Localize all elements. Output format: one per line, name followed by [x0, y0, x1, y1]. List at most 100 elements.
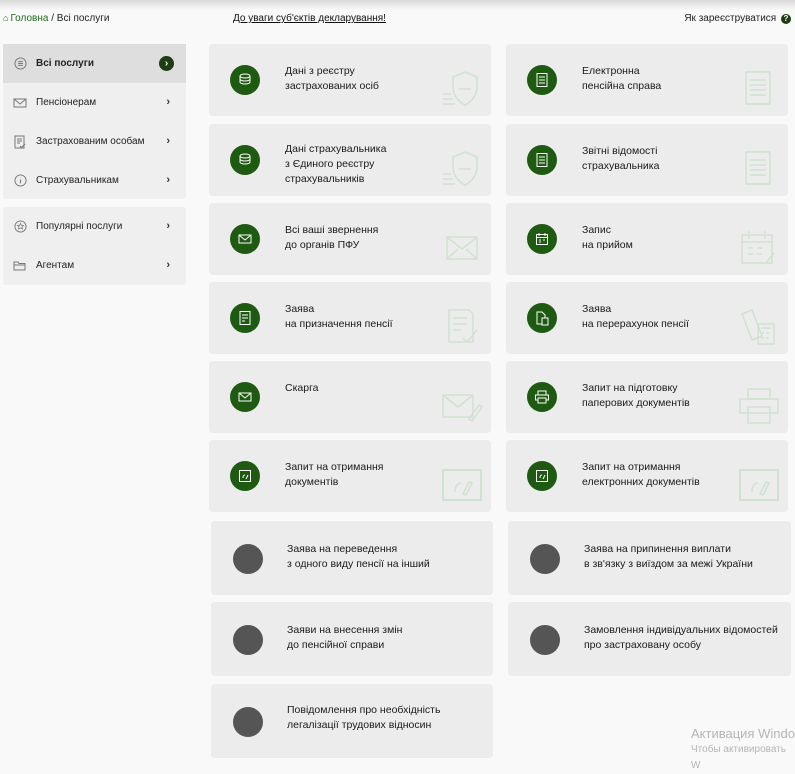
gray-circle-icon	[233, 625, 263, 655]
printer-icon	[527, 382, 557, 412]
sidebar-item-insurers[interactable]: Страхувальникам ›	[3, 161, 186, 200]
service-card-labor-legalization-notice[interactable]: Повідомлення про необхідність легалізації…	[211, 684, 493, 758]
list-icon	[13, 57, 27, 71]
certificate-watermark-icon	[442, 469, 482, 501]
service-card-documents-request[interactable]: Запит на отримання документів	[209, 440, 491, 512]
breadcrumb-home-link[interactable]: Головна	[10, 13, 48, 24]
sidebar-item-label: Всі послуги	[36, 58, 95, 69]
card-label: Запит на отримання електронних документів	[582, 461, 700, 488]
card-label: Заява на переведення з одного виду пенсії…	[287, 543, 430, 570]
card-label: Повідомлення про необхідність легалізації…	[287, 704, 441, 731]
sidebar-item-agents[interactable]: Агентам ›	[3, 246, 186, 285]
card-label: Запис на прийом	[582, 224, 633, 251]
sidebar-main-group: Всі послуги › Пенсіонерам › Застраховани…	[3, 44, 186, 199]
calculator-watermark-icon	[741, 309, 775, 345]
sidebar-item-insured-persons[interactable]: Застрахованим особам ›	[3, 122, 186, 161]
service-card-appointment[interactable]: Запис на прийом	[506, 203, 788, 275]
sidebar-item-label: Пенсіонерам	[36, 97, 97, 108]
service-card-all-appeals[interactable]: Всі ваші звернення до органів ПФУ	[209, 203, 491, 275]
card-label: Заява на перерахунок пенсії	[582, 303, 689, 330]
shield-database-icon	[230, 65, 260, 95]
service-card-insured-registry[interactable]: Дані з реєстру застрахованих осіб	[209, 44, 491, 116]
card-label: Заяви на внесення змін до пенсійної справ…	[287, 624, 403, 651]
envelope-watermark-icon	[446, 236, 478, 260]
card-label: Дані з реєстру застрахованих осіб	[285, 65, 379, 92]
sidebar-item-pensioners[interactable]: Пенсіонерам ›	[3, 83, 186, 122]
sidebar-item-label: Популярні послуги	[36, 221, 123, 232]
gray-circle-icon	[530, 544, 560, 574]
breadcrumb-separator: /	[51, 13, 54, 24]
complaint-envelope-icon	[230, 382, 260, 412]
service-card-complaint[interactable]: Скарга	[209, 361, 491, 433]
sidebar-item-label: Застрахованим особам	[36, 136, 145, 147]
chevron-right-icon: ›	[166, 96, 170, 108]
gray-circle-icon	[233, 544, 263, 574]
document-check-icon	[13, 135, 27, 149]
card-label: Електронна пенсійна справа	[582, 65, 662, 92]
card-label: Замовлення індивідуальних відомостей про …	[584, 624, 778, 651]
chevron-right-icon: ›	[166, 135, 170, 147]
certificate-icon	[230, 461, 260, 491]
declarants-notice-link[interactable]: До уваги суб'єктів декларування!	[233, 13, 386, 24]
service-card-electronic-documents-request[interactable]: Запит на отримання електронних документів	[506, 440, 788, 512]
card-label: Скарга	[285, 382, 319, 394]
register-link[interactable]: Як зареєструватися	[684, 13, 776, 24]
card-label: Запит на отримання документів	[285, 461, 384, 488]
home-icon[interactable]: ⌂	[3, 13, 8, 23]
windows-activation-watermark: Активация Windo Чтобы активировать W	[691, 726, 795, 771]
gray-circle-icon	[233, 707, 263, 737]
card-label: Звітні відомості страхувальника	[582, 145, 660, 172]
card-label: Дані страхувальника з Єдиного реєстру стра…	[285, 143, 387, 185]
envelope-icon	[230, 224, 260, 254]
report-icon	[527, 145, 557, 175]
folder-icon	[13, 259, 27, 273]
breadcrumb-current: Всі послуги	[56, 13, 110, 24]
application-check-icon	[230, 303, 260, 333]
service-card-pension-application[interactable]: Заява на призначення пенсії	[209, 282, 491, 354]
gray-circle-icon	[530, 625, 560, 655]
service-card-payment-termination[interactable]: Заява на припинення виплати в зв'язку з в…	[508, 521, 791, 595]
calendar-icon	[527, 224, 557, 254]
chevron-right-icon: ›	[159, 56, 174, 71]
shield-watermark-icon	[443, 71, 478, 106]
printer-watermark-icon	[739, 388, 779, 424]
service-card-electronic-pension-file[interactable]: Електронна пенсійна справа	[506, 44, 788, 116]
folder-document-icon	[527, 65, 557, 95]
card-label: Запит на підготовку паперових документів	[582, 382, 690, 409]
folder-document-watermark-icon	[745, 71, 771, 105]
sidebar-item-all-services[interactable]: Всі послуги ›	[3, 44, 186, 83]
certificate-watermark-icon	[739, 469, 779, 501]
complaint-envelope-watermark-icon	[442, 394, 483, 423]
info-icon	[13, 174, 27, 188]
chevron-right-icon: ›	[166, 259, 170, 271]
envelope-icon	[13, 96, 27, 110]
service-card-individual-info-order[interactable]: Замовлення індивідуальних відомостей про …	[508, 602, 791, 676]
sidebar-item-label: Страхувальникам	[36, 175, 119, 186]
service-card-pension-recalculation[interactable]: Заява на перерахунок пенсії	[506, 282, 788, 354]
card-label: Заява на призначення пенсії	[285, 303, 393, 330]
service-card-pension-file-changes[interactable]: Заяви на внесення змін до пенсійної справ…	[211, 602, 493, 676]
sidebar-item-popular[interactable]: Популярні послуги ›	[3, 207, 186, 246]
chevron-right-icon: ›	[166, 174, 170, 186]
star-icon	[13, 220, 27, 234]
help-icon[interactable]: ?	[781, 14, 791, 24]
report-watermark-icon	[745, 151, 771, 185]
service-card-pension-transfer[interactable]: Заява на переведення з одного виду пенсії…	[211, 521, 493, 595]
card-label: Заява на припинення виплати в зв'язку з в…	[584, 543, 753, 570]
card-label: Всі ваші звернення до органів ПФУ	[285, 224, 379, 251]
service-card-insurer-registry[interactable]: Дані страхувальника з Єдиного реєстру стра…	[209, 124, 491, 196]
chevron-right-icon: ›	[166, 220, 170, 232]
calculator-icon	[527, 303, 557, 333]
service-card-insurer-reports[interactable]: Звітні відомості страхувальника	[506, 124, 788, 196]
service-card-paper-documents[interactable]: Запит на підготовку паперових документів	[506, 361, 788, 433]
certificate-icon	[527, 461, 557, 491]
top-shadow	[0, 0, 795, 10]
shield-watermark-icon	[443, 151, 478, 186]
top-bar: ⌂ Головна / Всі послуги До уваги суб'єкті…	[0, 13, 795, 29]
sidebar-item-label: Агентам	[36, 260, 75, 271]
register-help[interactable]: Як зареєструватися ?	[684, 13, 791, 24]
breadcrumb: ⌂ Головна / Всі послуги	[3, 13, 110, 24]
sidebar-secondary-group: Популярні послуги › Агентам ›	[3, 207, 186, 285]
shield-database-icon	[230, 145, 260, 175]
application-check-watermark-icon	[448, 309, 478, 344]
